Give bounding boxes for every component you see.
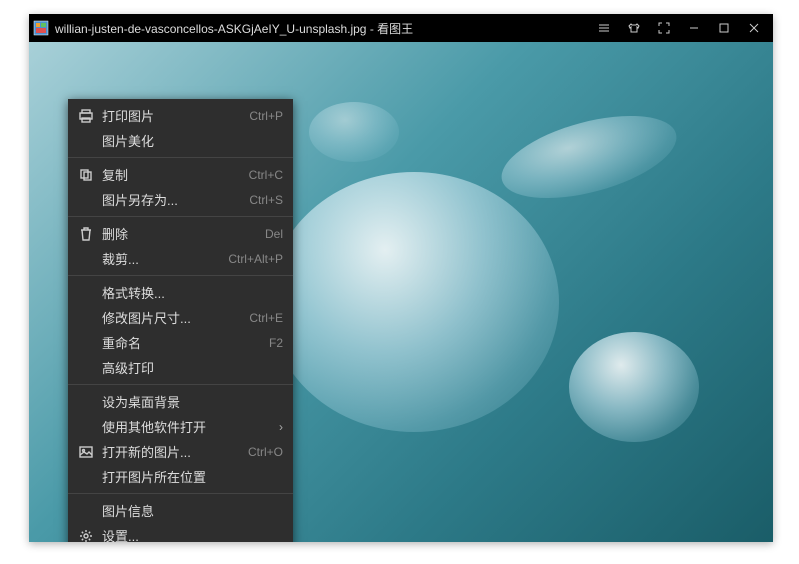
close-button[interactable] — [739, 14, 769, 42]
menu-item-shortcut: Del — [265, 227, 283, 241]
menu-item[interactable]: 设为桌面背景 — [68, 389, 293, 414]
menu-item[interactable]: 设置... — [68, 523, 293, 542]
menu-item-label: 裁剪... — [102, 249, 228, 268]
menu-item[interactable]: 裁剪...Ctrl+Alt+P — [68, 246, 293, 271]
print-icon — [76, 109, 96, 123]
menu-item[interactable]: 打印图片Ctrl+P — [68, 103, 293, 128]
jellyfish — [309, 102, 399, 162]
menu-item-label: 高级打印 — [102, 358, 283, 377]
menu-item[interactable]: 格式转换... — [68, 280, 293, 305]
menu-item[interactable]: 图片信息 — [68, 498, 293, 523]
image-icon — [76, 445, 96, 459]
context-menu: 打印图片Ctrl+P图片美化复制Ctrl+C图片另存为...Ctrl+S删除De… — [68, 99, 293, 542]
gear-icon — [76, 529, 96, 543]
menu-item-label: 修改图片尺寸... — [102, 308, 249, 327]
menu-item-shortcut: Ctrl+Alt+P — [228, 252, 283, 266]
menu-item-label: 图片美化 — [102, 131, 283, 150]
menu-item-shortcut: Ctrl+S — [249, 193, 283, 207]
menu-item-shortcut: Ctrl+C — [249, 168, 283, 182]
menu-separator — [68, 157, 293, 158]
menu-item[interactable]: 重命名F2 — [68, 330, 293, 355]
fullscreen-button[interactable] — [649, 14, 679, 42]
menu-item-shortcut: Ctrl+O — [248, 445, 283, 459]
menu-item[interactable]: 图片美化 — [68, 128, 293, 153]
window-controls — [589, 14, 769, 42]
menu-item[interactable]: 打开新的图片...Ctrl+O — [68, 439, 293, 464]
jellyfish — [493, 100, 685, 214]
menu-item-label: 删除 — [102, 224, 265, 243]
menu-item[interactable]: 使用其他软件打开› — [68, 414, 293, 439]
menu-item-label: 设为桌面背景 — [102, 392, 283, 411]
maximize-button[interactable] — [709, 14, 739, 42]
menu-separator — [68, 384, 293, 385]
skin-button[interactable] — [619, 14, 649, 42]
titlebar[interactable]: willian-justen-de-vasconcellos-ASKGjAeIY… — [29, 14, 773, 42]
menu-item-label: 复制 — [102, 165, 249, 184]
menu-item[interactable]: 修改图片尺寸...Ctrl+E — [68, 305, 293, 330]
menu-separator — [68, 216, 293, 217]
menu-separator — [68, 275, 293, 276]
copy-icon — [76, 168, 96, 182]
menu-item-label: 打开图片所在位置 — [102, 467, 283, 486]
menu-item-shortcut: Ctrl+P — [249, 109, 283, 123]
menu-item-shortcut: Ctrl+E — [249, 311, 283, 325]
menu-item-label: 格式转换... — [102, 283, 283, 302]
menu-item-label: 重命名 — [102, 333, 269, 352]
submenu-arrow-icon: › — [279, 420, 283, 434]
menu-item-label: 打开新的图片... — [102, 442, 248, 461]
menu-item[interactable]: 高级打印 — [68, 355, 293, 380]
jellyfish — [269, 172, 559, 432]
jellyfish — [569, 332, 699, 442]
menu-item[interactable]: 删除Del — [68, 221, 293, 246]
window-title: willian-justen-de-vasconcellos-ASKGjAeIY… — [55, 20, 589, 37]
app-name-text: 看图王 — [377, 22, 413, 36]
filename-text: willian-justen-de-vasconcellos-ASKGjAeIY… — [55, 22, 366, 36]
menu-item-shortcut: F2 — [269, 336, 283, 350]
menu-item[interactable]: 图片另存为...Ctrl+S — [68, 187, 293, 212]
app-icon — [33, 20, 49, 36]
menu-button[interactable] — [589, 14, 619, 42]
image-viewport[interactable]: 打印图片Ctrl+P图片美化复制Ctrl+C图片另存为...Ctrl+S删除De… — [29, 42, 773, 542]
app-window: willian-justen-de-vasconcellos-ASKGjAeIY… — [29, 14, 773, 542]
menu-item[interactable]: 复制Ctrl+C — [68, 162, 293, 187]
menu-item-label: 图片另存为... — [102, 190, 249, 209]
menu-item-label: 使用其他软件打开 — [102, 417, 279, 436]
menu-item-label: 设置... — [102, 526, 283, 542]
menu-separator — [68, 493, 293, 494]
menu-item-label: 打印图片 — [102, 106, 249, 125]
menu-item[interactable]: 打开图片所在位置 — [68, 464, 293, 489]
minimize-button[interactable] — [679, 14, 709, 42]
title-separator: - — [366, 22, 377, 36]
menu-item-label: 图片信息 — [102, 501, 283, 520]
trash-icon — [76, 227, 96, 241]
